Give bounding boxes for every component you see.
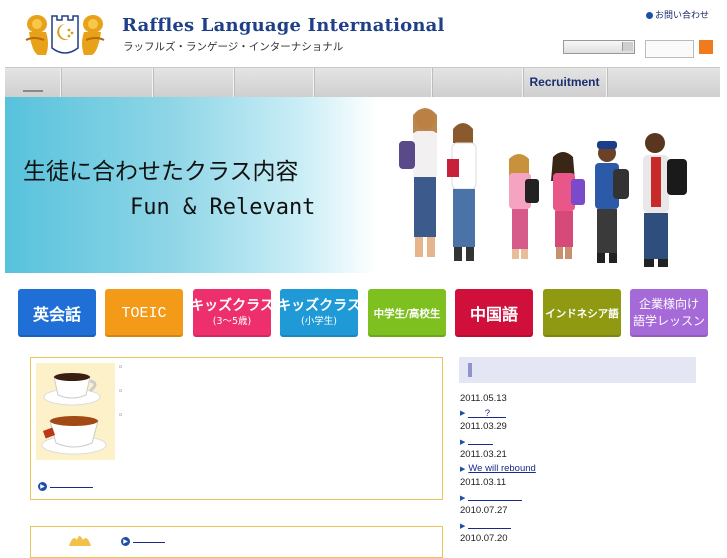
- category-eikaiwa-button[interactable]: 英会話: [18, 289, 96, 337]
- category-label: 語学レッスン: [632, 314, 705, 328]
- category-sublabel: (小学生): [301, 316, 337, 327]
- students-photo: [399, 108, 687, 267]
- arrow-right-icon: ▶: [460, 495, 466, 502]
- contact-link[interactable]: お問い合わせ: [646, 8, 709, 21]
- news-date: 2011.05.13: [460, 393, 507, 404]
- language-select[interactable]: [563, 40, 635, 54]
- nav-home-underline: [23, 90, 43, 92]
- nav-item-3[interactable]: [153, 68, 234, 97]
- category-label: 中学生/高校生: [373, 307, 441, 320]
- arrow-right-icon: ▶: [460, 410, 466, 417]
- search-input[interactable]: [645, 40, 694, 58]
- nav-item-4[interactable]: [234, 68, 314, 97]
- news-date: 2011.03.29: [460, 421, 507, 432]
- category-toeic-button[interactable]: TOEIC: [105, 289, 183, 337]
- contact-link-label: お問い合わせ: [655, 11, 710, 21]
- hero-headline-jp: 生徒に合わせたクラス内容: [23, 159, 299, 185]
- category-indonesian-button[interactable]: インドネシア語: [543, 289, 621, 337]
- more-link-underline: [133, 534, 165, 543]
- nav-item-label: Recruitment: [529, 75, 600, 89]
- category-label: 企業様向け: [638, 297, 699, 311]
- more-link-underline: [50, 479, 93, 488]
- hero-banner[interactable]: 生徒に合わせたクラス内容 Fun & Relevant: [5, 97, 720, 273]
- feature-more-link[interactable]: ▶: [38, 479, 93, 491]
- nav-item-8[interactable]: [607, 68, 720, 97]
- news-link[interactable]: ▶ We will rebound: [460, 463, 536, 474]
- category-label: キッズクラス: [277, 298, 361, 314]
- category-corporate-lessons-button[interactable]: 企業様向け 語学レッスン: [630, 289, 708, 337]
- feature-box: ◦ ◦ ◦ ▶: [30, 357, 443, 500]
- news-header-accent: [468, 363, 472, 377]
- category-label: キッズクラス: [190, 298, 274, 314]
- news-link[interactable]: ▶: [460, 519, 512, 531]
- feature-bullet: ◦: [118, 363, 124, 373]
- dropdown-arrow-icon: [622, 42, 633, 51]
- nav-item-recruitment[interactable]: Recruitment: [523, 68, 607, 97]
- news-link[interactable]: ▶: [460, 435, 494, 447]
- nav-item-2[interactable]: [61, 68, 153, 97]
- news-link-text: We will rebound: [468, 463, 536, 474]
- news-date: 2010.07.27: [460, 505, 508, 516]
- tea-cups-image: [36, 363, 115, 460]
- raffles-lion-logo[interactable]: [22, 10, 108, 58]
- category-label: 中国語: [469, 305, 518, 324]
- search-button[interactable]: [699, 40, 713, 54]
- circle-arrow-icon: [646, 12, 653, 19]
- brand-subtitle: ラッフルズ・ランゲージ・インターナショナル: [123, 41, 344, 53]
- arrow-right-icon: ▶: [460, 439, 466, 446]
- category-kids-elementary-button[interactable]: キッズクラス (小学生): [277, 289, 361, 337]
- category-junior-senior-high-button[interactable]: 中学生/高校生: [368, 289, 446, 337]
- brand-title[interactable]: Raffles Language International: [122, 15, 445, 36]
- nav-item-6[interactable]: [432, 68, 523, 97]
- category-kids-preschool-button[interactable]: キッズクラス (3〜5歳): [190, 289, 274, 337]
- main-nav: Recruitment: [5, 67, 720, 98]
- news-date: 2011.03.21: [460, 449, 507, 460]
- arrow-right-icon: ▶: [460, 523, 466, 530]
- news-link[interactable]: ▶?: [460, 407, 507, 419]
- circle-arrow-icon: ▶: [38, 482, 47, 491]
- category-label: インドネシア語: [545, 307, 619, 320]
- news-date: 2010.07.20: [460, 533, 508, 544]
- nav-item-5[interactable]: [314, 68, 432, 97]
- news-header: [459, 357, 696, 383]
- news-link[interactable]: ▶: [460, 491, 523, 503]
- hands-image: [69, 536, 91, 546]
- feature-bullet: ◦: [118, 411, 124, 421]
- category-label: 英会話: [32, 305, 81, 324]
- feature-2-more-link[interactable]: ▶: [121, 534, 165, 546]
- news-link-text: ?: [484, 408, 491, 419]
- hero-headline-en: Fun & Relevant: [130, 195, 316, 220]
- news-date: 2011.03.11: [460, 477, 507, 488]
- category-sublabel: (3〜5歳): [212, 316, 252, 327]
- feature-box-2: ▶: [30, 526, 443, 558]
- arrow-right-icon: ▶: [460, 466, 466, 473]
- feature-bullet: ◦: [118, 387, 124, 397]
- nav-item-home[interactable]: [5, 68, 61, 97]
- category-chinese-button[interactable]: 中国語: [455, 289, 533, 337]
- category-label: TOEIC: [121, 304, 167, 322]
